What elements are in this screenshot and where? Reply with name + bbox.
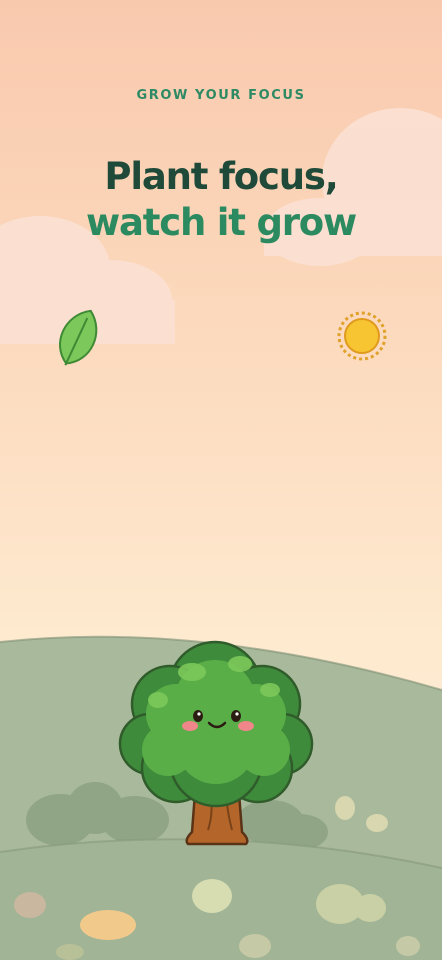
headline-line-2: watch it grow: [86, 201, 357, 244]
eyebrow-label: GROW YOUR FOCUS: [136, 88, 306, 103]
sun-icon: [337, 311, 387, 361]
headline-line-1: Plant focus,: [104, 155, 338, 198]
background-illustration: [0, 108, 442, 960]
page-title: Plant focus, watch it grow: [0, 154, 442, 246]
onboarding-screen: GROW YOUR FOCUS Plant focus, watch it gr…: [0, 0, 442, 960]
